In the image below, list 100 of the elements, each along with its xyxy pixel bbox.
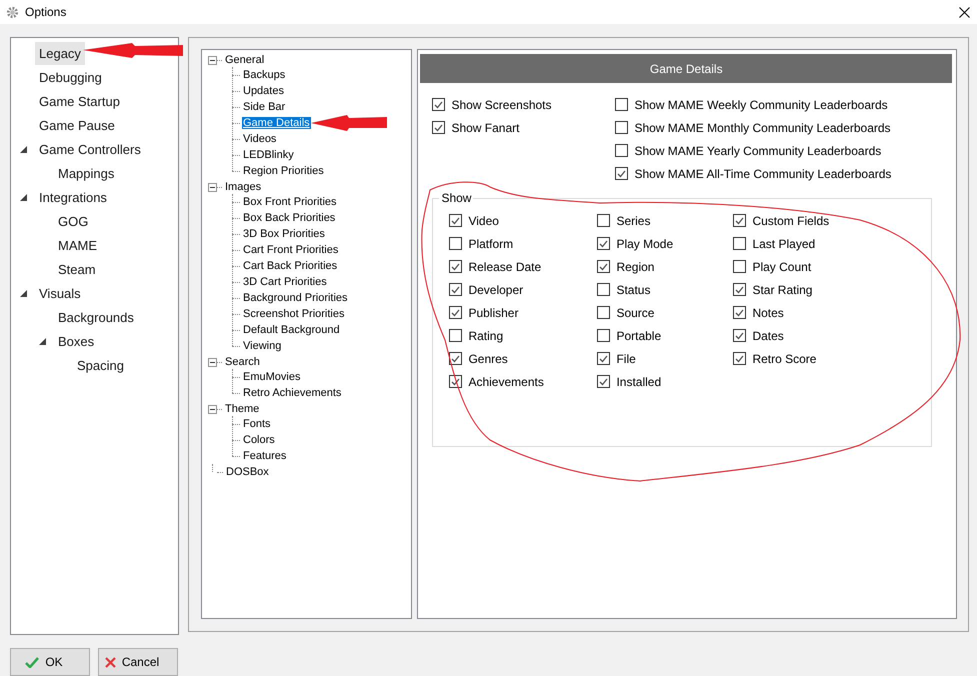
collapse-icon[interactable] [208,56,217,64]
tree-item[interactable]: Features [242,450,288,462]
tree-item[interactable]: Videos [242,133,278,145]
cancel-button[interactable]: Cancel [98,648,178,676]
checkbox[interactable] [615,167,628,180]
checkbox[interactable] [597,352,610,365]
checkbox[interactable] [449,237,462,250]
checkbox[interactable] [615,121,628,134]
tree-item[interactable]: Box Back Priorities [242,212,336,224]
tree-item[interactable]: Search [224,356,261,368]
tree-item[interactable]: EmuMovies [242,371,302,383]
nav-item[interactable]: Steam [54,258,100,280]
nav-item[interactable]: Debugging [35,66,106,88]
checkbox[interactable] [597,214,610,227]
option-label: Platform [468,236,514,250]
tree-item[interactable]: Colors [242,434,276,446]
checkbox[interactable] [733,329,746,342]
nav-item[interactable]: Backgrounds [54,306,138,328]
option-label: File [616,352,636,366]
tree-item[interactable]: 3D Box Priorities [242,228,326,240]
option-label: Genres [468,352,508,366]
checkbox[interactable] [449,306,462,319]
checkbox[interactable] [615,98,628,111]
nav-item[interactable]: Mappings [54,162,118,184]
checkbox[interactable] [449,329,462,342]
tree-item[interactable]: Viewing [242,340,282,352]
expanded-triangle-icon[interactable] [20,194,27,201]
tree-item[interactable]: LEDBlinky [242,149,295,161]
checkbox[interactable] [449,260,462,273]
option-label: Show MAME All-Time Community Leaderboards [634,166,892,180]
option-label: Show MAME Weekly Community Leaderboards [634,98,888,112]
expanded-triangle-icon[interactable] [20,290,27,297]
checkbox[interactable] [432,98,446,111]
nav-item[interactable]: Visuals [35,282,85,304]
checkbox[interactable] [432,121,446,134]
option-label: Last Played [752,236,816,250]
ok-button[interactable]: OK [10,648,90,676]
tree-item[interactable]: Game Details [242,117,311,129]
tree-item[interactable]: Backups [242,69,286,81]
collapse-icon[interactable] [208,182,217,192]
option-label: Region [616,260,654,274]
option-label: Retro Score [752,352,816,366]
tree-item[interactable]: DOSBox [225,466,270,478]
tree-item[interactable]: Screenshot Priorities [242,308,346,320]
checkbox[interactable] [597,375,610,388]
checkbox[interactable] [597,329,610,342]
nav-item[interactable]: Game Controllers [35,138,145,160]
gear-icon [6,6,19,18]
option-label: Star Rating [752,282,812,296]
collapse-icon[interactable] [208,358,217,366]
checkbox[interactable] [597,283,610,296]
option-label: Developer [468,282,524,296]
tree-item[interactable]: Default Background [242,324,341,336]
checkbox[interactable] [449,375,462,388]
option-label: Show MAME Monthly Community Leaderboards [634,120,891,134]
checkbox[interactable] [733,214,746,227]
expanded-triangle-icon[interactable] [20,146,27,153]
tree-item[interactable]: Side Bar [242,101,286,113]
checkbox[interactable] [615,144,628,157]
checkbox[interactable] [733,260,746,273]
checkbox[interactable] [733,306,746,319]
checkbox[interactable] [449,352,462,365]
tree-item[interactable]: Theme [224,403,260,415]
nav-item[interactable]: MAME [54,234,101,256]
tree-item[interactable]: Images [224,181,262,193]
expanded-triangle-icon[interactable] [39,338,46,345]
tree-item[interactable]: General [224,54,266,66]
nav-item[interactable]: Spacing [73,354,128,376]
option-label: Release Date [468,260,542,274]
collapse-icon[interactable] [208,404,217,414]
tree-item[interactable]: Background Priorities [242,292,349,304]
nav-item[interactable]: GOG [54,210,92,232]
checkbox[interactable] [597,237,610,250]
checkbox[interactable] [449,214,462,227]
close-icon[interactable] [959,6,970,18]
tree-item[interactable]: Cart Back Priorities [242,260,338,272]
tree-item[interactable]: Retro Achievements [242,387,342,399]
tree-item[interactable]: Updates [242,85,285,97]
checkbox[interactable] [733,352,746,365]
checkbox[interactable] [733,237,746,250]
checkbox[interactable] [597,260,610,273]
checkbox[interactable] [597,306,610,319]
option-label: Show Fanart [451,120,520,134]
tree-item[interactable]: Box Front Priorities [242,196,338,208]
tree-item[interactable]: Region Priorities [242,165,325,177]
nav-item[interactable]: Game Pause [35,114,119,136]
option-label: Video [468,214,499,228]
tree-item[interactable]: Fonts [242,418,272,430]
option-label: Play Mode [616,236,674,250]
option-label: Custom Fields [752,214,830,228]
checkbox[interactable] [449,283,462,296]
option-label: Installed [616,374,662,388]
tree-item[interactable]: Cart Front Priorities [242,244,340,256]
tree-item[interactable]: 3D Cart Priorities [242,276,328,288]
nav-item[interactable]: Game Startup [35,90,124,112]
nav-item[interactable]: Legacy [35,42,85,64]
panel-header: Game Details [420,54,952,83]
nav-item[interactable]: Integrations [35,186,111,208]
nav-item[interactable]: Boxes [54,330,98,352]
checkbox[interactable] [733,283,746,296]
